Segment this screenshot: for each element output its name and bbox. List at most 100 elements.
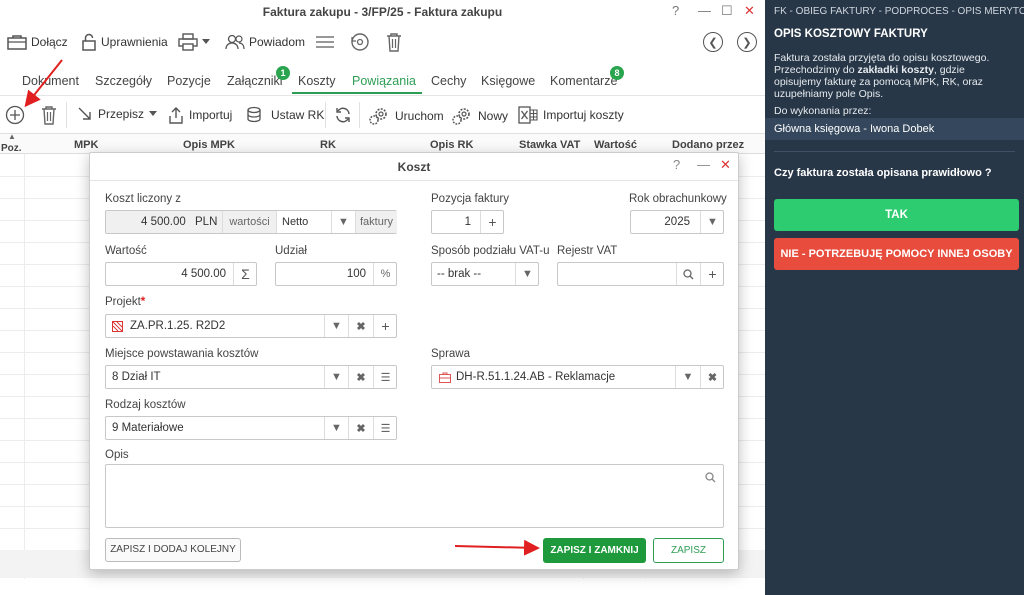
tab-dokument[interactable]: Dokument: [22, 74, 79, 88]
sposob-dropdown-toggle[interactable]: ▼: [515, 263, 539, 285]
column-header-poz[interactable]: Poz.: [1, 143, 22, 154]
column-header-opis-rk[interactable]: Opis RK: [430, 139, 473, 151]
calculator-button[interactable]: Σ: [233, 263, 257, 285]
column-header-stawka-vat[interactable]: Stawka VAT: [519, 139, 580, 151]
previous-record-button[interactable]: ❮: [703, 32, 723, 52]
save-and-close-button[interactable]: ZAPISZ I ZAMKNIJ: [543, 538, 646, 563]
gears-icon: [452, 108, 470, 125]
caret-down-icon: ▼: [522, 268, 533, 280]
delete-cost-button[interactable]: [41, 105, 57, 125]
tab-cechy[interactable]: Cechy: [431, 74, 466, 88]
sprawa-select[interactable]: DH-R.51.1.24.AB - Reklamacje ▼ ✖: [431, 365, 724, 389]
maximize-button[interactable]: ☐: [721, 3, 733, 19]
projekt-select[interactable]: ZA.PR.1.25. R2D2 ▼ ✖ +: [105, 314, 397, 338]
rok-obrachunkowy-select[interactable]: 2025 ▼: [630, 210, 724, 234]
column-header-wartosc[interactable]: Wartość: [594, 139, 637, 151]
uruchom-button[interactable]: Uruchom: [368, 106, 444, 126]
projekt-label: Projekt*: [105, 296, 145, 308]
list-icon: ☰: [380, 371, 391, 384]
dialog-close-button[interactable]: ✕: [720, 157, 731, 173]
tab-bar: Dokument Szczegóły Pozycje Załączniki 1 …: [0, 64, 765, 96]
dialog-help-button[interactable]: ?: [673, 157, 680, 172]
pozycja-faktury-field[interactable]: 1 +: [431, 210, 504, 234]
need-help-button[interactable]: NIE - POTRZEBUJĘ POMOCY INNEJ OSOBY: [774, 238, 1019, 270]
sprawa-dropdown-toggle[interactable]: ▼: [675, 366, 700, 388]
sigma-icon: Σ: [241, 266, 250, 282]
close-button[interactable]: ✕: [744, 3, 755, 19]
mpk-dropdown-toggle[interactable]: ▼: [324, 366, 348, 388]
refresh-button[interactable]: [334, 106, 352, 124]
mpk-clear-button[interactable]: ✖: [348, 366, 373, 388]
minimize-button[interactable]: —: [698, 3, 711, 18]
tab-zalaczniki[interactable]: Załączniki: [227, 74, 283, 88]
rejestr-search-button[interactable]: [676, 263, 700, 285]
projekt-add-button[interactable]: +: [373, 315, 397, 337]
nowy-button[interactable]: Nowy: [451, 106, 508, 126]
tab-ksiegowe[interactable]: Księgowe: [481, 74, 535, 88]
menu-button[interactable]: [315, 32, 335, 52]
print-button[interactable]: [178, 32, 210, 52]
cost-toolbar: Przepisz Importuj Ustaw RK Uruchom Nowy …: [0, 96, 765, 134]
panel-divider: [774, 151, 1015, 152]
tab-powiazania[interactable]: Powiązania: [352, 74, 416, 88]
rodzaj-list-button[interactable]: ☰: [373, 417, 397, 439]
mpk-select[interactable]: 8 Dział IT ▼ ✖ ☰: [105, 365, 397, 389]
sposob-podzialu-select[interactable]: -- brak -- ▼: [431, 262, 539, 286]
printer-icon: [178, 33, 198, 51]
tab-koszty[interactable]: Koszty: [298, 74, 336, 88]
permissions-button[interactable]: Uprawnienia: [81, 32, 168, 52]
column-header-rk[interactable]: RK: [320, 139, 336, 151]
tab-komentarze[interactable]: Komentarze: [550, 74, 617, 88]
importuj-koszty-button[interactable]: Importuj koszty: [518, 106, 624, 124]
attach-button[interactable]: Dołącz: [7, 32, 68, 52]
notify-button[interactable]: Powiadom: [225, 32, 305, 52]
clear-icon: ✖: [356, 320, 366, 333]
pozycja-add-button[interactable]: +: [480, 211, 504, 233]
rejestr-vat-label: Rejestr VAT: [557, 245, 618, 257]
clear-icon: ✖: [707, 371, 718, 384]
dialog-minimize-button[interactable]: —: [697, 157, 710, 172]
rejestr-vat-field[interactable]: +: [557, 262, 724, 286]
history-button[interactable]: [350, 32, 370, 52]
koszt-currency: PLN: [195, 216, 218, 228]
wartosc-field[interactable]: 4 500.00 Σ: [105, 262, 257, 286]
mpk-list-button[interactable]: ☰: [373, 366, 397, 388]
rejestr-add-button[interactable]: +: [700, 263, 724, 285]
delete-button[interactable]: [386, 32, 402, 52]
ustaw-rk-button[interactable]: Ustaw RK: [246, 106, 324, 124]
projekt-dropdown-toggle[interactable]: ▼: [324, 315, 348, 337]
opis-textarea[interactable]: [105, 464, 724, 528]
przepisz-button[interactable]: Przepisz: [77, 106, 158, 122]
column-header-mpk[interactable]: MPK: [74, 139, 98, 151]
projekt-clear-button[interactable]: ✖: [348, 315, 373, 337]
toolbar-separator: [359, 102, 360, 128]
workflow-description: Faktura została przyjęta do opisu koszto…: [774, 52, 1014, 100]
rok-dropdown-toggle[interactable]: ▼: [700, 211, 724, 233]
importuj-button[interactable]: Importuj: [168, 106, 232, 124]
rodzaj-kosztow-select[interactable]: 9 Materiałowe ▼ ✖ ☰: [105, 416, 397, 440]
sprawa-clear-button[interactable]: ✖: [700, 366, 724, 388]
netto-select[interactable]: Netto: [276, 211, 331, 233]
add-cost-button[interactable]: [5, 105, 25, 125]
search-icon: [705, 472, 716, 483]
save-button[interactable]: ZAPISZ: [653, 538, 724, 563]
yes-button[interactable]: TAK: [774, 199, 1019, 231]
column-header-dodano-przez[interactable]: Dodano przez: [672, 139, 744, 151]
column-header-opis-mpk[interactable]: Opis MPK: [183, 139, 235, 151]
workflow-panel: FK - OBIEG FAKTURY - PODPROCES - OPIS ME…: [765, 0, 1024, 595]
netto-dropdown-toggle[interactable]: ▼: [331, 211, 355, 233]
rok-obrachunkowy-label: Rok obrachunkowy: [629, 193, 727, 205]
plus-icon: +: [708, 266, 717, 282]
cost-dialog: Koszt ? — ✕ Koszt liczony z 4 500.00 PLN…: [89, 152, 739, 570]
caret-down-icon: ▼: [682, 371, 694, 383]
project-icon: [112, 321, 123, 332]
help-button[interactable]: ?: [672, 3, 679, 18]
next-record-button[interactable]: ❯: [737, 32, 757, 52]
udzial-field[interactable]: 100 %: [275, 262, 397, 286]
rodzaj-dropdown-toggle[interactable]: ▼: [324, 417, 348, 439]
save-and-add-next-button[interactable]: ZAPISZ I DODAJ KOLEJNY: [105, 538, 241, 562]
rodzaj-clear-button[interactable]: ✖: [348, 417, 373, 439]
tab-szczegoly[interactable]: Szczegóły: [95, 74, 152, 88]
workflow-question: Czy faktura została opisana prawidłowo ?: [774, 167, 992, 179]
tab-pozycje[interactable]: Pozycje: [167, 74, 211, 88]
